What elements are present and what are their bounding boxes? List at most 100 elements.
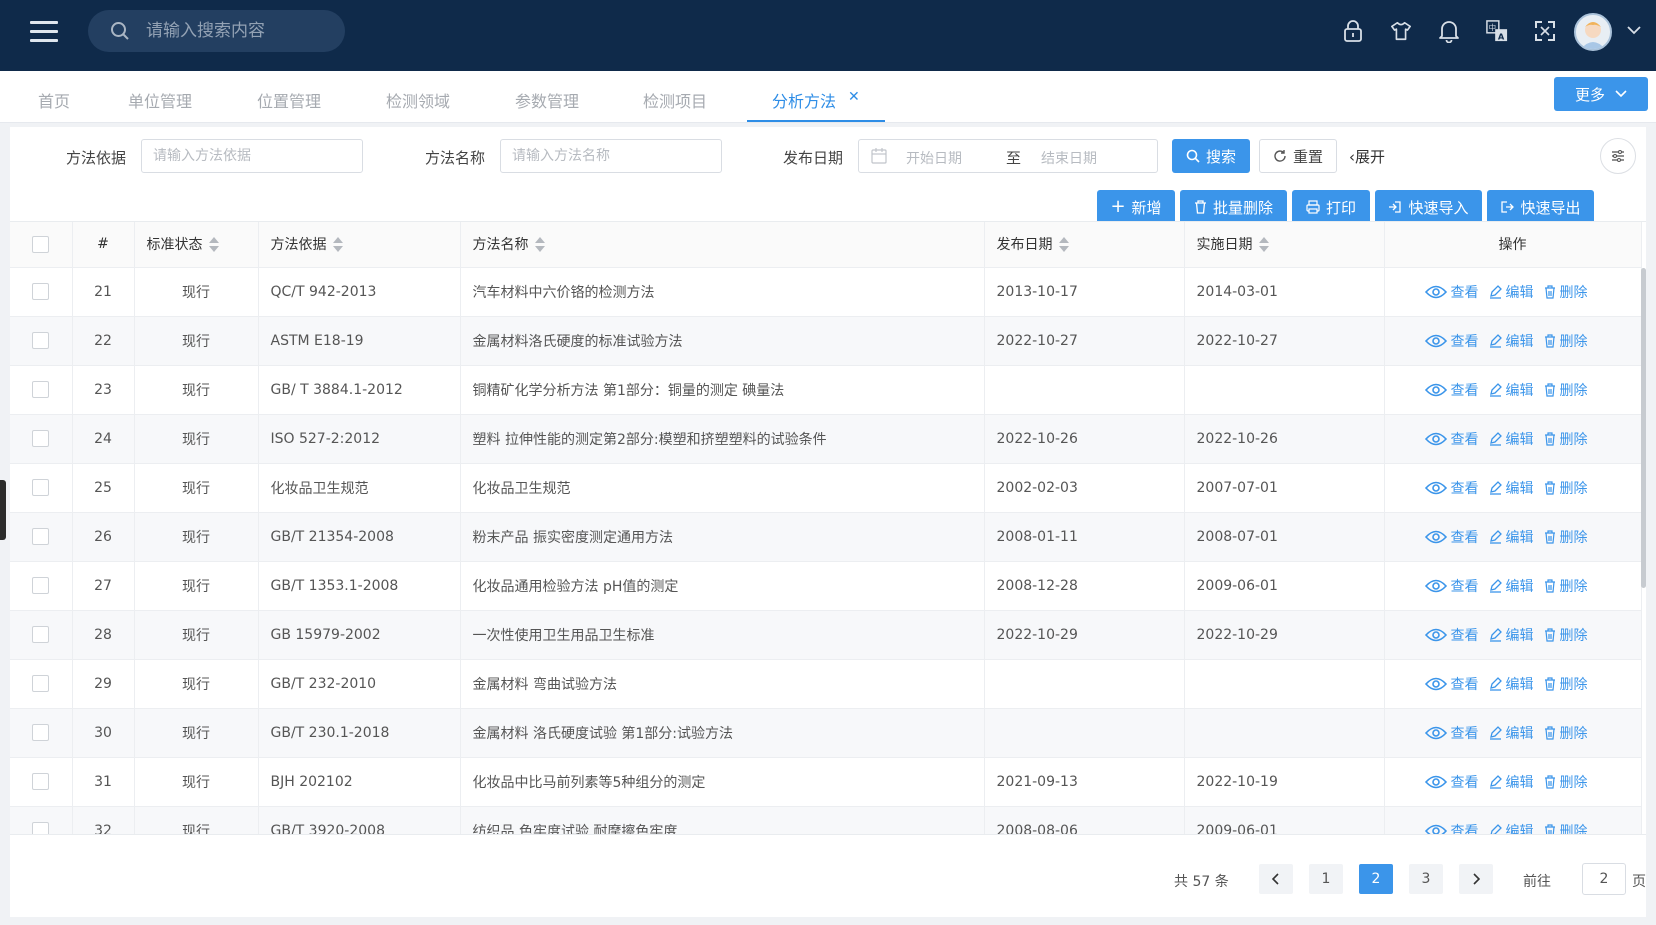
table-row[interactable]: 32 现行 GB/T 3920-2008 纺织品 色牢度试验 耐摩擦色牢度 2008-0… <box>10 806 1642 834</box>
goto-page-input[interactable] <box>1582 863 1626 895</box>
delete-button[interactable]: 删除 <box>1544 527 1588 547</box>
tab-unit-management[interactable]: 单位管理 <box>128 88 192 112</box>
row-checkbox[interactable] <box>32 822 50 834</box>
edit-button[interactable]: 编辑 <box>1489 821 1534 834</box>
batch-delete-button[interactable]: 批量删除 <box>1180 190 1287 224</box>
print-button[interactable]: 打印 <box>1292 190 1370 224</box>
row-checkbox[interactable] <box>32 724 50 741</box>
page-button-2[interactable]: 2 <box>1359 864 1393 894</box>
end-date-input[interactable]: 结束日期 <box>1041 148 1097 168</box>
add-button[interactable]: + 新增 <box>1097 190 1175 224</box>
delete-button[interactable]: 删除 <box>1544 625 1588 645</box>
prev-page-button[interactable] <box>1259 864 1293 894</box>
tab-testing-field[interactable]: 检测领域 <box>386 88 450 112</box>
table-row[interactable]: 31 现行 BJH 202102 化妆品中比马前列素等5种组分的测定 2021-09-1… <box>10 757 1642 807</box>
row-checkbox[interactable] <box>32 430 50 447</box>
table-row[interactable]: 21 现行 QC/T 942-2013 汽车材料中六价铬的检测方法 2013-10-17… <box>10 267 1642 317</box>
view-button[interactable]: 查看 <box>1424 282 1479 302</box>
row-checkbox[interactable] <box>32 479 50 496</box>
chevron-down-icon[interactable] <box>1627 25 1641 35</box>
user-avatar[interactable] <box>1574 13 1612 51</box>
edit-button[interactable]: 编辑 <box>1489 282 1534 302</box>
table-row[interactable]: 28 现行 GB 15979-2002 一次性使用卫生用品卫生标准 2022-10-29… <box>10 610 1642 660</box>
reset-button[interactable]: 重置 <box>1259 139 1337 173</box>
edit-button[interactable]: 编辑 <box>1489 625 1534 645</box>
tab-parameter-management[interactable]: 参数管理 <box>515 88 579 112</box>
row-checkbox[interactable] <box>32 577 50 594</box>
row-checkbox[interactable] <box>32 528 50 545</box>
row-checkbox[interactable] <box>32 332 50 349</box>
method-name-input[interactable] <box>500 139 722 173</box>
tab-testing-item[interactable]: 检测项目 <box>643 88 707 112</box>
quick-import-button[interactable]: 快速导入 <box>1375 190 1482 224</box>
table-row[interactable]: 26 现行 GB/T 21354-2008 粉末产品 振实密度测定通用方法 2008-0… <box>10 512 1642 562</box>
edit-button[interactable]: 编辑 <box>1489 772 1534 792</box>
global-search[interactable] <box>88 10 345 52</box>
column-header-name[interactable]: 方法名称 <box>460 222 985 268</box>
table-row[interactable]: 24 现行 ISO 527-2:2012 塑料 拉伸性能的测定第2部分:模塑和挤塑塑料… <box>10 414 1642 464</box>
view-button[interactable]: 查看 <box>1424 331 1479 351</box>
row-checkbox[interactable] <box>32 626 50 643</box>
start-date-input[interactable]: 开始日期 <box>906 148 962 168</box>
tab-home[interactable]: 首页 <box>38 88 70 112</box>
delete-button[interactable]: 删除 <box>1544 429 1588 449</box>
menu-toggle-icon[interactable] <box>30 21 58 43</box>
bell-icon[interactable] <box>1438 18 1460 44</box>
delete-button[interactable]: 删除 <box>1544 331 1588 351</box>
table-row[interactable]: 22 现行 ASTM E18-19 金属材料洛氏硬度的标准试验方法 2022-10-27… <box>10 316 1642 366</box>
column-header-status[interactable]: 标准状态 <box>134 222 259 268</box>
delete-button[interactable]: 删除 <box>1544 723 1588 743</box>
delete-button[interactable]: 删除 <box>1544 576 1588 596</box>
sort-icon[interactable] <box>1058 237 1069 253</box>
tab-location-management[interactable]: 位置管理 <box>257 88 321 112</box>
edit-button[interactable]: 编辑 <box>1489 429 1534 449</box>
more-tabs-button[interactable]: 更多 <box>1554 77 1648 111</box>
shirt-icon[interactable] <box>1390 18 1412 44</box>
delete-button[interactable]: 删除 <box>1544 380 1588 400</box>
delete-button[interactable]: 删除 <box>1544 282 1588 302</box>
column-header-basis[interactable]: 方法依据 <box>258 222 461 268</box>
view-button[interactable]: 查看 <box>1424 527 1479 547</box>
edit-button[interactable]: 编辑 <box>1489 576 1534 596</box>
fullscreen-icon[interactable] <box>1534 18 1556 44</box>
expand-toggle[interactable]: ‹展开 <box>1349 146 1385 167</box>
table-row[interactable]: 29 现行 GB/T 232-2010 金属材料 弯曲试验方法 查看 编辑 删除 <box>10 659 1642 709</box>
sort-icon[interactable] <box>1258 237 1269 253</box>
row-checkbox[interactable] <box>32 283 50 300</box>
table-row[interactable]: 30 现行 GB/T 230.1-2018 金属材料 洛氏硬度试验 第1部分:试验方法… <box>10 708 1642 758</box>
select-all-checkbox[interactable] <box>32 235 50 253</box>
edit-button[interactable]: 编辑 <box>1489 527 1534 547</box>
view-button[interactable]: 查看 <box>1424 380 1479 400</box>
column-header-effective-date[interactable]: 实施日期 <box>1184 222 1385 268</box>
search-button[interactable]: 搜索 <box>1172 139 1250 173</box>
view-button[interactable]: 查看 <box>1424 625 1479 645</box>
view-button[interactable]: 查看 <box>1424 772 1479 792</box>
delete-button[interactable]: 删除 <box>1544 674 1588 694</box>
table-row[interactable]: 25 现行 化妆品卫生规范 化妆品卫生规范 2002-02-03 2007-07-01 查看… <box>10 463 1642 513</box>
side-drawer-handle[interactable] <box>0 480 6 540</box>
view-button[interactable]: 查看 <box>1424 429 1479 449</box>
quick-export-button[interactable]: 快速导出 <box>1487 190 1594 224</box>
method-basis-input[interactable] <box>141 139 363 173</box>
edit-button[interactable]: 编辑 <box>1489 331 1534 351</box>
view-button[interactable]: 查看 <box>1424 674 1479 694</box>
page-button-1[interactable]: 1 <box>1309 864 1343 894</box>
row-checkbox[interactable] <box>32 675 50 692</box>
next-page-button[interactable] <box>1459 864 1493 894</box>
delete-button[interactable]: 删除 <box>1544 772 1588 792</box>
delete-button[interactable]: 删除 <box>1544 821 1588 834</box>
edit-button[interactable]: 编辑 <box>1489 478 1534 498</box>
edit-button[interactable]: 编辑 <box>1489 380 1534 400</box>
close-icon[interactable]: ✕ <box>848 89 860 105</box>
sort-icon[interactable] <box>332 237 343 253</box>
view-button[interactable]: 查看 <box>1424 821 1479 834</box>
lock-icon[interactable] <box>1342 18 1364 44</box>
tab-analysis-method[interactable]: 分析方法 <box>772 88 836 112</box>
table-row[interactable]: 27 现行 GB/T 1353.1-2008 化妆品通用检验方法 pH值的测定 2008… <box>10 561 1642 611</box>
edit-button[interactable]: 编辑 <box>1489 723 1534 743</box>
search-input[interactable] <box>146 18 336 44</box>
view-button[interactable]: 查看 <box>1424 576 1479 596</box>
sort-icon[interactable] <box>534 237 545 253</box>
publish-date-range[interactable]: 开始日期 至 结束日期 <box>858 139 1158 173</box>
table-row[interactable]: 23 现行 GB/ T 3884.1-2012 铜精矿化学分析方法 第1部分：铜量的测… <box>10 365 1642 415</box>
